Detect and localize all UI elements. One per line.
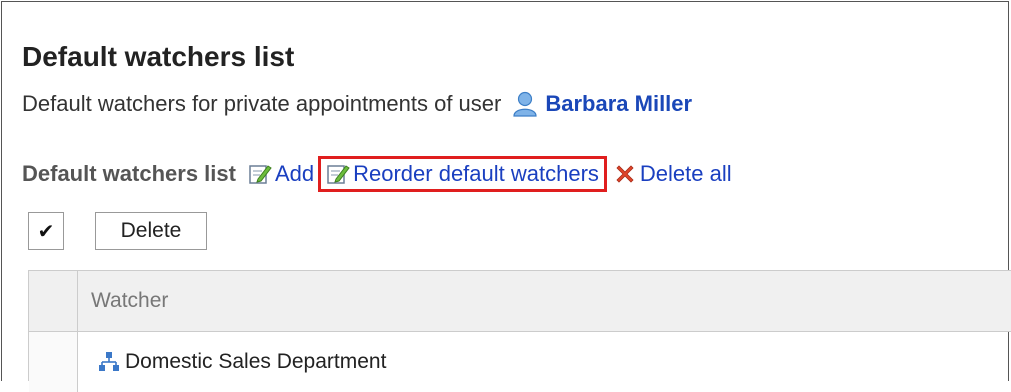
delete-all-label: Delete all (639, 161, 732, 186)
watcher-name[interactable]: Domestic Sales Department (125, 350, 386, 374)
edit-icon (326, 162, 350, 186)
toolbar-label: Default watchers list (22, 161, 236, 186)
row-checkbox-cell[interactable] (29, 332, 78, 392)
red-x-icon (613, 162, 637, 186)
table-row: Domestic Sales Department (29, 332, 1011, 392)
page-subtitle: Default watchers for private appointment… (22, 90, 692, 118)
edit-icon (248, 162, 272, 186)
watcher-column-header: Watcher (91, 289, 169, 312)
user-icon (511, 90, 539, 118)
watcher-cell: Domestic Sales Department (99, 350, 386, 374)
toolbar: Default watchers list Add Reorder defaul… (22, 154, 732, 194)
add-link[interactable]: Add (248, 161, 314, 187)
delete-all-link[interactable]: Delete all (613, 161, 732, 187)
reorder-label: Reorder default watchers (353, 161, 599, 186)
add-label: Add (274, 161, 315, 186)
watchers-table: Watcher Domestic Sales Department (28, 270, 1011, 392)
checkbox-column-header (29, 271, 78, 331)
subtitle-text: Default watchers for private appointment… (22, 91, 502, 116)
page-title: Default watchers list (22, 41, 295, 72)
table-header: Watcher (29, 271, 1011, 332)
delete-button[interactable]: Delete (95, 212, 207, 250)
reorder-default-watchers-link[interactable]: Reorder default watchers (318, 156, 607, 192)
select-all-checkbox-button[interactable]: ✔ (28, 212, 64, 250)
user-name-link[interactable]: Barbara Miller (545, 90, 692, 118)
